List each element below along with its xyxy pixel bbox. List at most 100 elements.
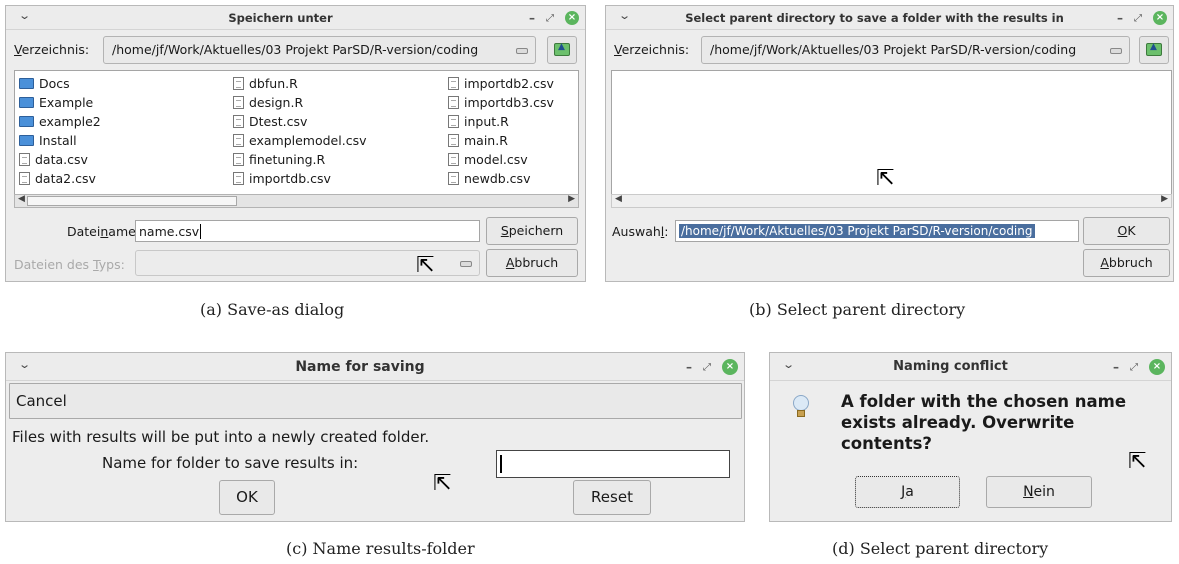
minimize-icon[interactable]: – — [1113, 360, 1119, 374]
file-item[interactable]: main.R — [448, 131, 508, 149]
directory-path: /home/jf/Work/Aktuelles/03 Projekt ParSD… — [710, 42, 1077, 57]
folder-name-prompt: Name for folder to save results in: — [102, 454, 359, 472]
file-item[interactable]: examplemodel.csv — [233, 131, 366, 149]
file-item[interactable]: importdb3.csv — [448, 93, 554, 111]
file-item[interactable]: importdb2.csv — [448, 74, 554, 92]
name-for-saving-dialog: ⌄ Name for saving – ⤢ × Cancel Files wit… — [5, 352, 745, 522]
ok-button[interactable]: OK — [219, 480, 275, 515]
caption-c: (c) Name results-folder — [286, 539, 475, 558]
filename-value: name.csv — [139, 224, 200, 239]
message-line: exists already. Overwrite — [841, 413, 1075, 432]
file-item[interactable]: input.R — [448, 112, 509, 130]
item-name: finetuning.R — [249, 151, 326, 167]
chevron-down-icon[interactable]: ⌄ — [18, 9, 31, 22]
file-icon — [448, 76, 459, 90]
chevron-down-icon[interactable]: ⌄ — [782, 358, 795, 371]
item-name: dbfun.R — [249, 75, 298, 91]
file-icon — [233, 171, 244, 185]
cancel-button[interactable]: Abbruch — [486, 249, 578, 277]
parent-folder-button[interactable] — [1139, 36, 1169, 64]
conflict-message: A folder with the chosen name exists alr… — [841, 391, 1126, 454]
scroll-left-icon[interactable]: ◀ — [615, 194, 622, 204]
file-icon — [233, 95, 244, 109]
file-icon — [19, 171, 30, 185]
maximize-icon[interactable]: ⤢ — [703, 362, 711, 373]
filename-label: Dateiname: — [67, 224, 141, 239]
message-line: A folder with the chosen name — [841, 392, 1127, 411]
file-icon — [19, 152, 30, 166]
scrollbar-thumb[interactable] — [27, 196, 237, 206]
cancel-menu-button[interactable]: Cancel — [9, 383, 742, 419]
close-icon[interactable]: × — [1153, 11, 1167, 25]
folder-icon — [19, 134, 34, 146]
titlebar: ⌄ Select parent directory to save a fold… — [606, 6, 1173, 30]
item-name: examplemodel.csv — [249, 132, 367, 148]
file-item[interactable]: finetuning.R — [233, 150, 325, 168]
folder-up-icon — [554, 42, 570, 56]
scroll-right-icon[interactable]: ▶ — [568, 194, 575, 204]
item-name: model.csv — [464, 151, 528, 167]
yes-button[interactable]: Ja — [855, 476, 960, 508]
item-name: Docs — [39, 75, 70, 91]
folder-item[interactable]: Install — [19, 131, 77, 149]
parent-folder-button[interactable] — [547, 36, 577, 64]
chevron-down-icon[interactable]: ⌄ — [18, 358, 31, 371]
select-parent-dialog: ⌄ Select parent directory to save a fold… — [605, 5, 1174, 282]
selection-label: Auswahl: — [612, 224, 669, 239]
file-list[interactable]: Docs Example example2 Install data.csv data2.… — [14, 70, 579, 197]
item-name: Dtest.csv — [249, 113, 308, 129]
folder-item[interactable]: example2 — [19, 112, 101, 130]
chevron-down-icon[interactable]: ⌄ — [618, 9, 631, 22]
file-icon — [448, 133, 459, 147]
maximize-icon[interactable]: ⤢ — [1130, 362, 1138, 373]
item-name: importdb.csv — [249, 170, 331, 186]
horizontal-scrollbar[interactable]: ◀ ▶ — [14, 194, 579, 208]
item-name: Example — [39, 94, 94, 110]
file-item[interactable]: newdb.csv — [448, 169, 530, 187]
close-icon[interactable]: × — [1149, 359, 1165, 375]
no-button[interactable]: Nein — [986, 476, 1092, 508]
file-item[interactable]: data2.csv — [19, 169, 96, 187]
filename-input[interactable]: name.csv — [135, 220, 480, 242]
folder-item[interactable]: Docs — [19, 74, 70, 92]
ok-button[interactable]: OK — [1083, 217, 1170, 245]
file-icon — [448, 171, 459, 185]
close-icon[interactable]: × — [565, 11, 579, 25]
directory-path: /home/jf/Work/Aktuelles/03 Projekt ParSD… — [112, 42, 479, 57]
file-item[interactable]: dbfun.R — [233, 74, 298, 92]
file-item[interactable]: model.csv — [448, 150, 528, 168]
maximize-icon[interactable]: ⤢ — [546, 13, 554, 24]
item-name: newdb.csv — [464, 170, 531, 186]
reset-button[interactable]: Reset — [573, 480, 651, 515]
save-button[interactable]: Speichern — [486, 217, 578, 245]
file-icon — [233, 133, 244, 147]
scroll-right-icon[interactable]: ▶ — [1161, 194, 1168, 204]
cancel-button[interactable]: Abbruch — [1083, 249, 1170, 277]
caption-b: (b) Select parent directory — [749, 300, 966, 319]
file-item[interactable]: Dtest.csv — [233, 112, 307, 130]
folder-item[interactable]: Example — [19, 93, 93, 111]
directory-combo[interactable]: /home/jf/Work/Aktuelles/03 Projekt ParSD… — [103, 36, 536, 64]
selection-input[interactable]: /home/jf/Work/Aktuelles/03 Projekt ParSD… — [675, 220, 1079, 242]
directory-combo[interactable]: /home/jf/Work/Aktuelles/03 Projekt ParSD… — [701, 36, 1130, 64]
maximize-icon[interactable]: ⤢ — [1134, 13, 1142, 24]
file-item[interactable]: data.csv — [19, 150, 88, 168]
mouse-pointer-icon: ⇱ — [876, 166, 895, 191]
minimize-icon[interactable]: – — [686, 360, 692, 374]
minimize-icon[interactable]: – — [1117, 11, 1123, 25]
folder-name-input[interactable] — [496, 450, 730, 478]
item-name: main.R — [464, 132, 508, 148]
message-line: contents? — [841, 434, 932, 453]
file-icon — [448, 114, 459, 128]
item-name: design.R — [249, 94, 304, 110]
minimize-icon[interactable]: – — [529, 11, 535, 25]
naming-conflict-dialog: ⌄ Naming conflict – ⤢ × A folder with th… — [769, 352, 1172, 522]
item-name: example2 — [39, 113, 101, 129]
scroll-left-icon[interactable]: ◀ — [18, 194, 25, 204]
item-name: Install — [39, 132, 77, 148]
file-item[interactable]: importdb.csv — [233, 169, 331, 187]
close-icon[interactable]: × — [722, 359, 738, 375]
file-item[interactable]: design.R — [233, 93, 303, 111]
horizontal-scrollbar[interactable]: ◀ ▶ — [611, 194, 1172, 208]
item-name: data2.csv — [35, 170, 96, 186]
